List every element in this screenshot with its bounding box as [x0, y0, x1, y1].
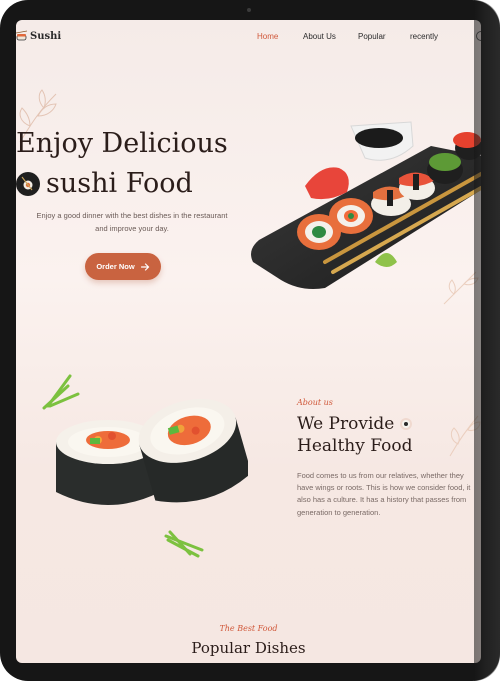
sushi-logo-icon [16, 30, 28, 41]
sushi-rolls-image [42, 374, 248, 558]
brand-name: Sushi [30, 30, 62, 42]
popular-title: Popular Dishes [191, 639, 306, 657]
popular-kicker: The Best Food [219, 624, 278, 633]
navbar: Sushi Home About Us Popular recently [16, 20, 481, 56]
nav-about-us[interactable]: About Us [303, 32, 336, 41]
camera-dot [247, 8, 251, 12]
hero-title-line2: sushi Food [46, 168, 193, 199]
sushi-board-image [251, 121, 481, 289]
about-kicker: About us [297, 398, 333, 407]
search-icon[interactable] [476, 31, 481, 41]
about-title-line2: Healthy Food [297, 436, 413, 456]
about-title: We Provide Healthy Food [297, 413, 413, 457]
nav-home[interactable]: Home [257, 32, 278, 41]
hero-description: Enjoy a good dinner with the best dishes… [36, 211, 228, 233]
about-text: Food comes to us from our relatives, whe… [297, 471, 471, 517]
hero-title-line2-wrap: sushi Food [16, 164, 193, 204]
leaf-decoration-about-icon [449, 415, 481, 457]
order-now-button[interactable]: Order Now [85, 253, 161, 280]
nav-recently[interactable]: recently [410, 32, 438, 41]
order-now-label: Order Now [96, 262, 135, 271]
hero-title-line1: Enjoy Delicious [16, 128, 228, 159]
tablet-frame: Sushi Home About Us Popular recently Enj… [0, 0, 500, 681]
web-page: Sushi Home About Us Popular recently Enj… [16, 20, 481, 663]
chopsticks-sushi-icon [16, 172, 40, 196]
sushi-roll-icon [400, 418, 413, 430]
brand-logo[interactable]: Sushi [16, 30, 61, 42]
nav-popular[interactable]: Popular [358, 32, 386, 41]
about-title-line1: We Provide [297, 414, 395, 434]
arrow-right-icon [140, 262, 150, 271]
